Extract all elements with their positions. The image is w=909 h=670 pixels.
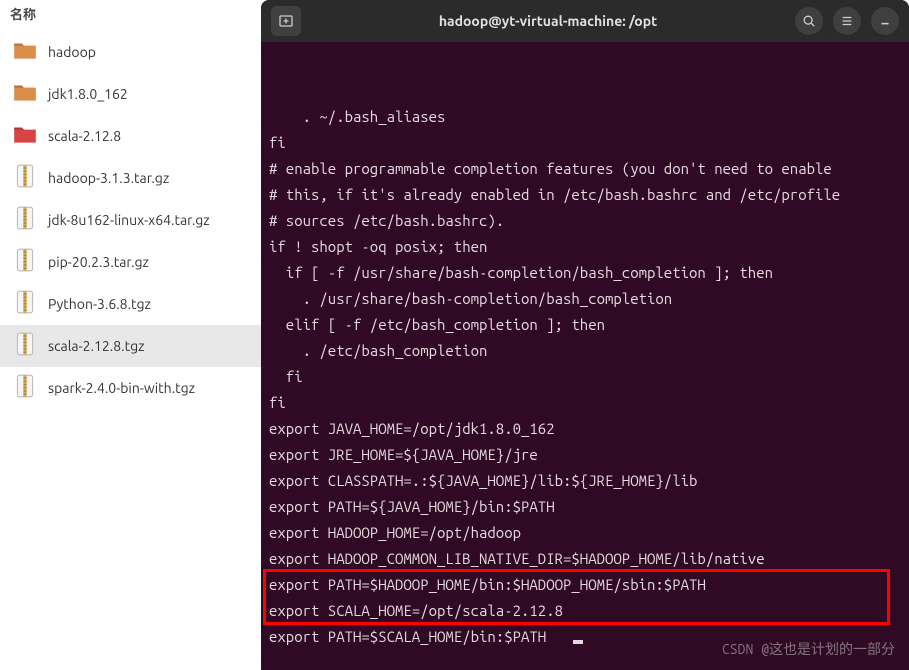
terminal-line: export SCALA_HOME=/opt/scala-2.12.8	[269, 598, 901, 624]
file-label: scala-2.12.8.tgz	[48, 338, 145, 354]
cursor	[573, 640, 583, 644]
file-item[interactable]: pip-20.2.3.tar.gz	[0, 241, 261, 283]
terminal-line: export PATH=${JAVA_HOME}/bin:$PATH	[269, 494, 901, 520]
archive-icon	[12, 289, 38, 319]
new-tab-button[interactable]	[271, 6, 301, 36]
file-item[interactable]: jdk-8u162-linux-x64.tar.gz	[0, 199, 261, 241]
search-button[interactable]	[795, 7, 823, 35]
file-list: hadoop jdk1.8.0_162 scala-2.12.8 hadoop-3.1…	[0, 27, 261, 413]
file-label: hadoop	[48, 44, 96, 60]
terminal-titlebar: hadoop@yt-virtual-machine: /opt	[261, 0, 909, 42]
file-item[interactable]: spark-2.4.0-bin-with.tgz	[0, 367, 261, 409]
file-label: hadoop-3.1.3.tar.gz	[48, 170, 169, 186]
terminal-line: export JRE_HOME=${JAVA_HOME}/jre	[269, 442, 901, 468]
folder-icon	[12, 79, 38, 109]
terminal-window: hadoop@yt-virtual-machine: /opt . ~/.bas…	[261, 0, 909, 670]
terminal-line: export PATH=$HADOOP_HOME/bin:$HADOOP_HOM…	[269, 572, 901, 598]
file-label: Python-3.6.8.tgz	[48, 296, 151, 312]
terminal-line: # enable programmable completion feature…	[269, 156, 901, 182]
file-item[interactable]: hadoop	[0, 31, 261, 73]
file-item[interactable]: jdk1.8.0_162	[0, 73, 261, 115]
terminal-title: hadoop@yt-virtual-machine: /opt	[439, 13, 657, 29]
file-item[interactable]: scala-2.12.8.tgz	[0, 325, 261, 367]
minimize-button[interactable]	[871, 7, 899, 35]
file-panel: 名称 hadoop jdk1.8.0_162 scala-2.12.8 hadoop-…	[0, 0, 261, 670]
file-label: jdk-8u162-linux-x64.tar.gz	[48, 212, 210, 228]
file-label: jdk1.8.0_162	[48, 86, 128, 102]
archive-icon	[12, 163, 38, 193]
terminal-line: export CLASSPATH=.:${JAVA_HOME}/lib:${JR…	[269, 468, 901, 494]
archive-icon	[12, 205, 38, 235]
terminal-lines: . ~/.bash_aliasesfi# enable programmable…	[269, 104, 901, 650]
folder-icon	[12, 37, 38, 67]
terminal-line: . /etc/bash_completion	[269, 338, 901, 364]
terminal-line: . /usr/share/bash-completion/bash_comple…	[269, 286, 901, 312]
terminal-line: elif [ -f /etc/bash_completion ]; then	[269, 312, 901, 338]
file-item[interactable]: scala-2.12.8	[0, 115, 261, 157]
file-panel-header: 名称	[0, 0, 261, 27]
watermark: CSDN @这也是计划的一部分	[722, 636, 895, 662]
file-label: spark-2.4.0-bin-with.tgz	[48, 380, 195, 396]
file-label: pip-20.2.3.tar.gz	[48, 254, 149, 270]
archive-icon	[12, 247, 38, 277]
folder-icon	[12, 121, 38, 151]
file-item[interactable]: hadoop-3.1.3.tar.gz	[0, 157, 261, 199]
file-label: scala-2.12.8	[48, 128, 121, 144]
archive-icon	[12, 373, 38, 403]
terminal-line: # this, if it's already enabled in /etc/…	[269, 182, 901, 208]
terminal-line: fi	[269, 390, 901, 416]
terminal-line: export HADOOP_COMMON_LIB_NATIVE_DIR=$HAD…	[269, 546, 901, 572]
terminal-line: export JAVA_HOME=/opt/jdk1.8.0_162	[269, 416, 901, 442]
terminal-line: export HADOOP_HOME=/opt/hadoop	[269, 520, 901, 546]
menu-button[interactable]	[833, 7, 861, 35]
terminal-line: fi	[269, 364, 901, 390]
archive-icon	[12, 331, 38, 361]
terminal-line: # sources /etc/bash.bashrc).	[269, 208, 901, 234]
terminal-line: if ! shopt -oq posix; then	[269, 234, 901, 260]
terminal-line: fi	[269, 130, 901, 156]
terminal-line: . ~/.bash_aliases	[269, 104, 901, 130]
file-item[interactable]: Python-3.6.8.tgz	[0, 283, 261, 325]
terminal-line: if [ -f /usr/share/bash-completion/bash_…	[269, 260, 901, 286]
terminal-content[interactable]: . ~/.bash_aliasesfi# enable programmable…	[261, 42, 909, 670]
